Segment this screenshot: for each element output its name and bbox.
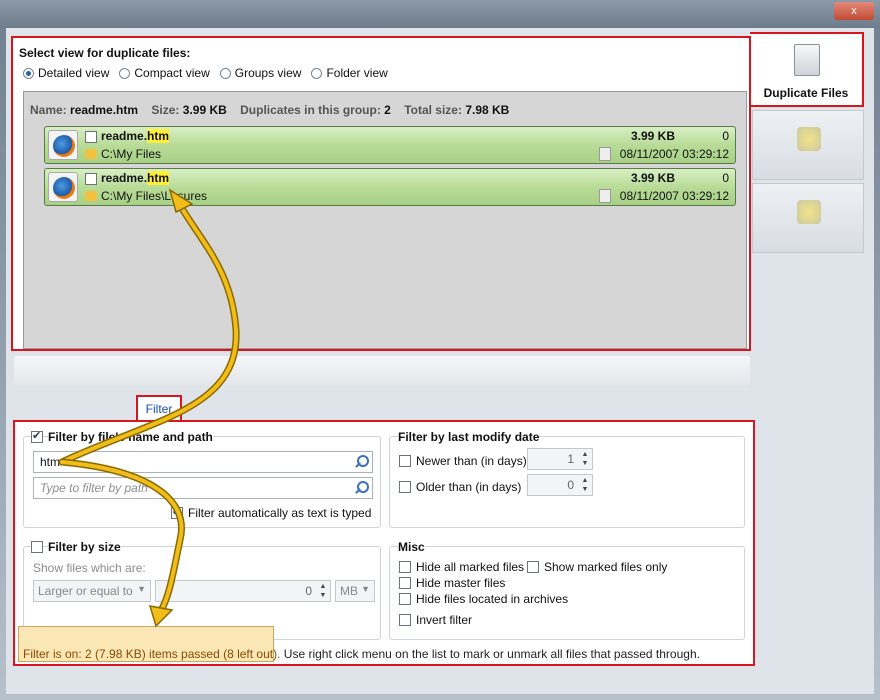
arrow-up-to-result (58, 201, 240, 466)
arrowhead-up-icon (168, 188, 194, 214)
arrowhead-down-icon (148, 605, 174, 628)
annotation-arrows (58, 188, 240, 628)
arrow-down-to-status (58, 458, 185, 616)
